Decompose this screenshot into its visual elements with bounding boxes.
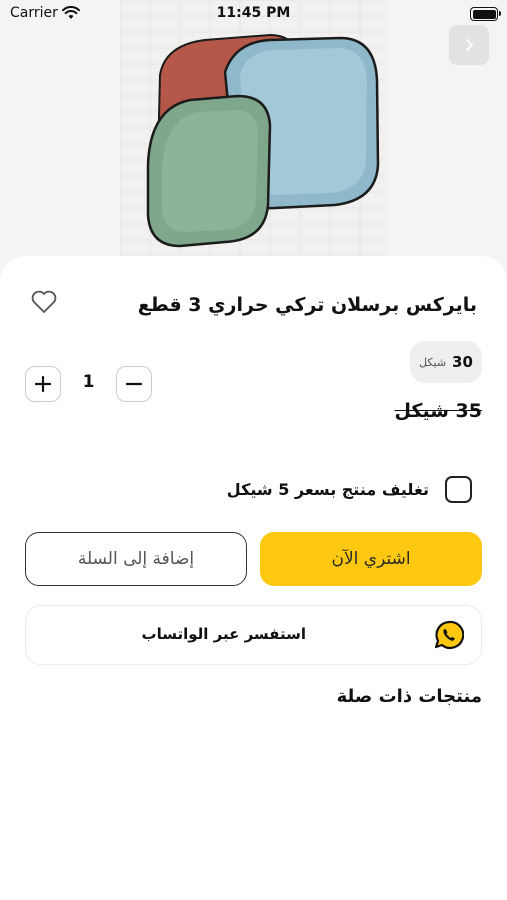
old-price: 35 شيكل	[394, 400, 482, 422]
price-badge: 30 شيكل	[410, 341, 482, 383]
heart-icon[interactable]	[30, 289, 58, 315]
price-value: 30	[452, 353, 473, 371]
product-title: بايركس برسلان تركي حراري 3 قطع	[137, 294, 477, 316]
minus-icon	[126, 382, 142, 386]
whatsapp-icon	[434, 620, 464, 650]
quantity-increase-button[interactable]	[25, 366, 61, 402]
status-bar: Carrier 11:45 PM	[0, 0, 507, 30]
status-time: 11:45 PM	[216, 5, 291, 21]
product-image[interactable]	[120, 0, 389, 262]
product-details-sheet: بايركس برسلان تركي حراري 3 قطع 30 شيكل 3…	[0, 256, 507, 900]
quantity-decrease-button[interactable]	[116, 366, 152, 402]
quantity-value: 1	[82, 372, 95, 392]
gift-wrap-label: تغليف منتج بسعر 5 شيكل	[226, 480, 429, 499]
price-currency: شيكل	[419, 355, 447, 369]
whatsapp-label: استفسر عبر الواتساب	[141, 625, 306, 643]
chevron-right-icon	[466, 39, 473, 51]
related-products-heading: منتجات ذات صلة	[336, 686, 482, 707]
plus-icon	[35, 376, 51, 392]
product-photo	[120, 0, 389, 262]
gift-wrap-option[interactable]: تغليف منتج بسعر 5 شيكل	[227, 476, 472, 503]
battery-icon	[470, 7, 501, 21]
gift-wrap-checkbox[interactable]	[445, 476, 472, 503]
whatsapp-inquiry-button[interactable]: استفسر عبر الواتساب	[25, 605, 482, 665]
back-button[interactable]	[449, 25, 489, 65]
add-to-cart-button[interactable]: إضافة إلى السلة	[25, 532, 247, 586]
buy-now-button[interactable]: اشتري الآن	[260, 532, 482, 586]
